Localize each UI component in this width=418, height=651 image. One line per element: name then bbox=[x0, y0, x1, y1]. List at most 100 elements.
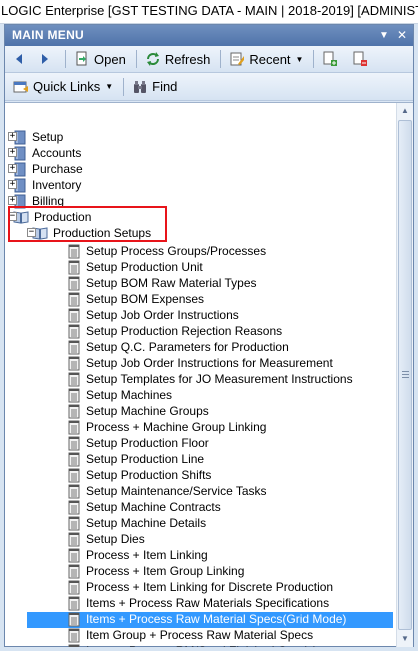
remove-link-button[interactable] bbox=[348, 48, 376, 70]
open-button[interactable]: Open bbox=[70, 48, 130, 70]
tree-item-inventory[interactable]: + Inventory bbox=[8, 177, 83, 193]
tree-leaf-item[interactable]: Setup Job Order Instructions bbox=[67, 307, 241, 323]
tree-item-label: Setup Templates for JO Measurement Instr… bbox=[86, 371, 353, 386]
scroll-down-icon[interactable]: ▼ bbox=[397, 631, 413, 647]
tree-item-accounts[interactable]: + Accounts bbox=[8, 145, 83, 161]
tree-leaf-item[interactable]: Setup Dies bbox=[67, 531, 147, 547]
tree-leaf-item[interactable]: Setup Production Rejection Reasons bbox=[67, 323, 284, 339]
tree-item-label: Setup Production Shifts bbox=[86, 467, 212, 482]
page-icon bbox=[67, 644, 81, 647]
forward-button[interactable] bbox=[35, 48, 59, 70]
toolbar-separator bbox=[313, 50, 315, 68]
tree-item-label: Setup Production Line bbox=[86, 451, 205, 466]
page-icon bbox=[67, 324, 81, 339]
tree-item-label: Process + Item Linking bbox=[86, 547, 208, 562]
tree-leaf-item[interactable]: Setup BOM Expenses bbox=[67, 291, 206, 307]
refresh-icon bbox=[146, 52, 159, 66]
page-icon bbox=[67, 340, 81, 355]
tree-item-label: Items + Process RM(Semi Finished Goods) bbox=[84, 644, 319, 648]
page-icon bbox=[67, 372, 81, 387]
tree-leaf-item[interactable]: Setup Machines bbox=[67, 387, 174, 403]
vertical-scrollbar[interactable]: ▲ ▼ bbox=[396, 103, 413, 647]
tree-item-label: Items + Process Raw Materials Specificat… bbox=[86, 595, 330, 610]
tree-item-label: Process + Machine Group Linking bbox=[86, 419, 267, 434]
tree-item-label: Setup Machines bbox=[86, 387, 173, 402]
expand-icon[interactable]: + bbox=[8, 132, 17, 141]
add-page-icon bbox=[323, 51, 338, 66]
tree-item-label: Setup Machine Contracts bbox=[86, 499, 221, 514]
tree-item-label: Process + Item Group Linking bbox=[86, 563, 245, 578]
tree-leaf-item[interactable]: Setup Maintenance/Service Tasks bbox=[67, 483, 269, 499]
toolbar-separator bbox=[65, 50, 66, 68]
tree-leaf-item[interactable]: Setup BOM Raw Material Types bbox=[67, 275, 259, 291]
tree-leaf-item[interactable]: Setup Production Line bbox=[67, 451, 206, 467]
page-icon bbox=[67, 532, 81, 547]
tree-item-label: Setup Maintenance/Service Tasks bbox=[86, 483, 267, 498]
tree-leaf-item[interactable]: Setup Production Floor bbox=[67, 435, 211, 451]
page-icon bbox=[67, 436, 81, 451]
page-icon bbox=[67, 468, 81, 483]
page-icon bbox=[67, 356, 81, 371]
tree-item-label: Setup Machine Details bbox=[86, 515, 207, 530]
quick-links-button[interactable]: Quick Links ▼ bbox=[9, 76, 117, 98]
tree-item-purchase[interactable]: + Purchase bbox=[8, 161, 85, 177]
page-icon bbox=[67, 292, 81, 307]
toolbar: Open Refresh Recent ▼ bbox=[5, 46, 413, 73]
menu-tree[interactable]: + Setup + Accounts + Purchase + Inventory + Billi… bbox=[5, 103, 395, 647]
tree-leaf-item[interactable]: Items + Process Raw Materials Specificat… bbox=[67, 595, 331, 611]
expand-icon[interactable]: + bbox=[8, 148, 17, 157]
tree-leaf-item[interactable]: Setup Templates for JO Measurement Instr… bbox=[67, 371, 355, 387]
tree-item-label: Setup BOM Expenses bbox=[86, 291, 205, 306]
expand-icon[interactable]: + bbox=[8, 196, 17, 205]
thumb-grip bbox=[402, 374, 409, 375]
toolbar-secondary: Quick Links ▼ Find bbox=[5, 73, 413, 101]
page-icon bbox=[67, 580, 81, 595]
annotation-box-production bbox=[8, 206, 167, 242]
tree-leaf-item[interactable]: Items + Process RM(Semi Finished Goods) bbox=[67, 643, 319, 647]
scrollbar-thumb[interactable] bbox=[398, 120, 412, 630]
add-link-button[interactable] bbox=[318, 48, 346, 70]
expand-icon[interactable]: + bbox=[8, 164, 17, 173]
find-button[interactable]: Find bbox=[128, 76, 181, 98]
tree-leaf-item[interactable]: Setup Machine Details bbox=[67, 515, 208, 531]
tree-item-label: Setup bbox=[32, 129, 64, 144]
tree-leaf-item[interactable]: Setup Production Shifts bbox=[67, 467, 213, 483]
close-icon[interactable]: ✕ bbox=[397, 25, 407, 46]
recent-button[interactable]: Recent ▼ bbox=[225, 48, 307, 70]
tree-item-label: Setup Job Order Instructions bbox=[86, 307, 239, 322]
chevron-down-icon: ▼ bbox=[295, 54, 304, 64]
tree-leaf-item[interactable]: Process + Item Linking for Discrete Prod… bbox=[67, 579, 335, 595]
quick-links-icon bbox=[13, 81, 28, 92]
page-icon bbox=[67, 484, 81, 499]
tree-item-setup[interactable]: + Setup bbox=[8, 129, 65, 145]
tree-leaf-item[interactable]: Setup Q.C. Parameters for Production bbox=[67, 339, 291, 355]
tree-leaf-item[interactable]: Setup Machine Groups bbox=[67, 403, 211, 419]
open-page-icon bbox=[76, 51, 87, 66]
tree-leaf-item[interactable]: Process + Machine Group Linking bbox=[67, 419, 268, 435]
tree-item-label: Accounts bbox=[32, 145, 82, 160]
page-icon bbox=[67, 548, 81, 563]
tree-leaf-item[interactable]: Setup Job Order Instructions for Measure… bbox=[67, 355, 335, 371]
tree-item-label: Setup Production Unit bbox=[86, 259, 203, 274]
tree-item-label: Setup Machine Groups bbox=[86, 403, 209, 418]
main-menu-panel: MAIN MENU ▼ ✕ Open Refresh Recent ▼ Quic… bbox=[4, 24, 414, 647]
chevron-down-icon: ▼ bbox=[105, 82, 114, 91]
page-icon bbox=[67, 612, 81, 627]
tree-item-label: Setup Production Rejection Reasons bbox=[86, 323, 283, 338]
refresh-button[interactable]: Refresh bbox=[141, 48, 215, 70]
tree-item-label: Inventory bbox=[32, 177, 82, 192]
tree-leaf-item[interactable]: Process + Item Group Linking bbox=[67, 563, 246, 579]
back-button[interactable] bbox=[9, 48, 33, 70]
panel-header: MAIN MENU ▼ ✕ bbox=[5, 25, 413, 46]
tree-leaf-item[interactable]: Process + Item Linking bbox=[67, 547, 210, 563]
tree-item-label: Process + Item Linking for Discrete Prod… bbox=[86, 579, 334, 594]
tree-leaf-item[interactable]: Setup Process Groups/Processes bbox=[67, 243, 268, 259]
scroll-up-icon[interactable]: ▲ bbox=[397, 103, 413, 119]
dropdown-icon[interactable]: ▼ bbox=[379, 25, 389, 46]
tree-leaf-item[interactable]: Items + Process Raw Material Specs(Grid … bbox=[67, 611, 348, 627]
tree-item-label: Items + Process Raw Material Specs(Grid … bbox=[86, 611, 347, 626]
tree-leaf-item[interactable]: Setup Production Unit bbox=[67, 259, 205, 275]
tree-leaf-item[interactable]: Setup Machine Contracts bbox=[67, 499, 223, 515]
tree-leaf-item[interactable]: Item Group + Process Raw Material Specs bbox=[67, 627, 315, 643]
expand-icon[interactable]: + bbox=[8, 180, 17, 189]
